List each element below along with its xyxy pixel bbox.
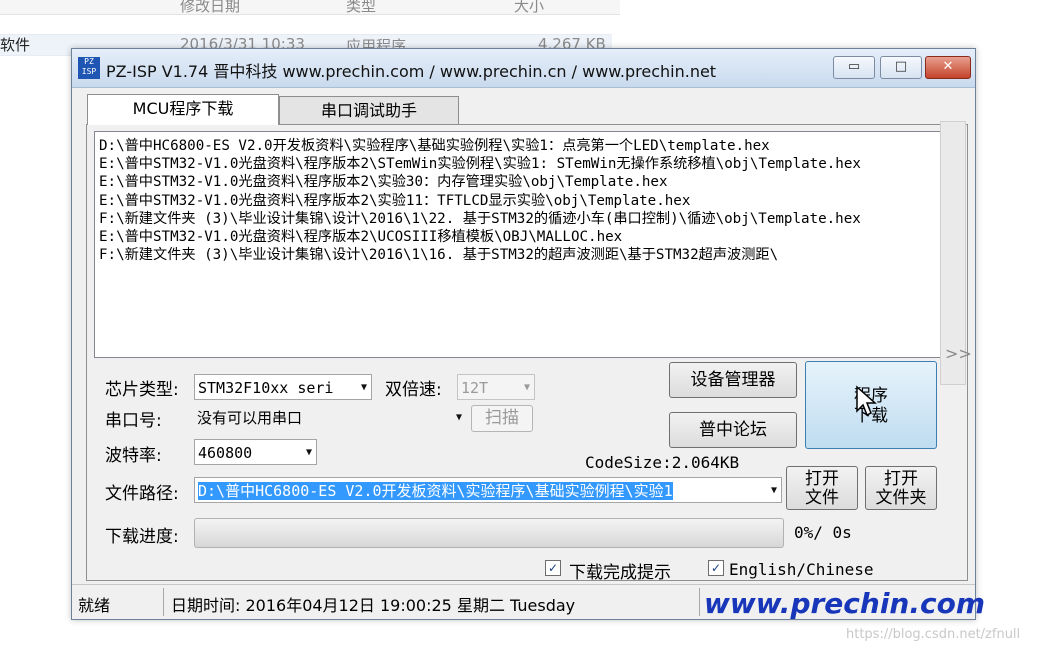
done-prompt-label: 下载完成提示 bbox=[569, 563, 671, 583]
open-file-line2: 文件 bbox=[805, 488, 839, 508]
port-value: 没有可以用串口 bbox=[197, 409, 303, 427]
column-type[interactable]: 类型 bbox=[346, 0, 376, 16]
device-manager-button[interactable]: 设备管理器 bbox=[669, 362, 797, 398]
baud-label: 波特率: bbox=[105, 446, 162, 466]
open-folder-line2: 文件夹 bbox=[875, 488, 927, 508]
explorer-left-item[interactable]: 软件 bbox=[0, 34, 30, 55]
file-path-value: D:\普中HC6800-ES V2.0开发板资料\实验程序\基础实验例程\实验1 bbox=[198, 482, 673, 500]
history-item[interactable]: F:\新建文件夹 (3)\毕业设计集锦\设计\2016\1\22. 基于STM3… bbox=[95, 210, 940, 228]
port-label: 串口号: bbox=[105, 411, 162, 431]
restore-button[interactable]: □ bbox=[880, 56, 922, 79]
open-folder-line1: 打开 bbox=[884, 469, 918, 489]
status-divider bbox=[163, 588, 164, 616]
title-bar[interactable]: PZ ISP PZ-ISP V1.74 晋中科技 www.prechin.com… bbox=[72, 49, 975, 88]
history-item[interactable]: E:\普中STM32-V1.0光盘资料\程序版本2\STemWin实验例程\实验… bbox=[95, 155, 940, 173]
window-title: PZ-ISP V1.74 晋中科技 www.prechin.com / www.… bbox=[106, 62, 717, 81]
file-history-list[interactable]: D:\普中HC6800-ES V2.0开发板资料\实验程序\基础实验例程\实验1… bbox=[94, 131, 941, 358]
history-item[interactable]: E:\普中STM32-V1.0光盘资料\程序版本2\UCOSIII移植模板\OB… bbox=[95, 228, 940, 246]
column-size[interactable]: 大小 bbox=[514, 0, 544, 16]
history-item[interactable]: E:\普中STM32-V1.0光盘资料\程序版本2\实验30：内存管理实验\ob… bbox=[95, 173, 940, 191]
close-button[interactable]: ✕ bbox=[925, 56, 971, 79]
download-progress-bar bbox=[194, 518, 784, 548]
file-path-label: 文件路径: bbox=[105, 484, 179, 504]
double-speed-select[interactable]: 12T ▼ bbox=[457, 374, 535, 400]
pz-isp-window: PZ ISP PZ-ISP V1.74 晋中科技 www.prechin.com… bbox=[71, 48, 985, 620]
status-bar: 就绪 日期时间: 2016年04月12日 19:00:25 星期二 Tuesda… bbox=[72, 584, 985, 620]
done-prompt-checkbox[interactable]: ✓ bbox=[545, 560, 561, 576]
progress-text: 0%/ 0s bbox=[794, 523, 852, 542]
open-folder-button[interactable]: 打开 文件夹 bbox=[865, 466, 937, 510]
watermark: https://blog.csdn.net/zfnull bbox=[846, 627, 1021, 642]
baud-select[interactable]: 460800 ▼ bbox=[194, 439, 317, 465]
history-item[interactable]: D:\普中HC6800-ES V2.0开发板资料\实验程序\基础实验例程\实验1… bbox=[95, 132, 940, 155]
column-modified-date[interactable]: 修改日期 bbox=[180, 0, 240, 16]
history-item[interactable]: F:\新建文件夹 (3)\毕业设计集锦\设计\2016\1\16. 基于STM3… bbox=[95, 246, 940, 264]
language-checkbox[interactable]: ✓ bbox=[708, 560, 724, 576]
minimize-button[interactable]: ▭ bbox=[833, 56, 875, 79]
chevron-down-icon: ▼ bbox=[523, 382, 530, 393]
status-divider bbox=[699, 588, 700, 616]
brand-link[interactable]: www.prechin.com bbox=[704, 587, 985, 620]
language-label: English/Chinese bbox=[729, 560, 874, 579]
file-path-select[interactable]: D:\普中HC6800-ES V2.0开发板资料\实验程序\基础实验例程\实验1… bbox=[194, 477, 782, 503]
double-speed-value: 12T bbox=[461, 379, 489, 397]
mouse-cursor-icon bbox=[856, 385, 877, 417]
baud-value: 460800 bbox=[198, 444, 253, 462]
status-state: 就绪 bbox=[78, 596, 111, 615]
history-item[interactable]: E:\普中STM32-V1.0光盘资料\程序版本2\实验11：TFTLCD显示实… bbox=[95, 192, 940, 210]
forum-button[interactable]: 普中论坛 bbox=[669, 412, 797, 448]
tab-serial-assistant[interactable]: 串口调试助手 bbox=[279, 96, 459, 125]
code-size: CodeSize:2.064KB bbox=[585, 453, 740, 472]
expand-chevron-icon[interactable]: >> bbox=[945, 344, 972, 363]
status-datetime: 日期时间: 2016年04月12日 19:00:25 星期二 Tuesday bbox=[171, 596, 576, 615]
chip-type-select[interactable]: STM32F10xx seri ▼ bbox=[194, 374, 372, 400]
chevron-down-icon: ▼ bbox=[360, 382, 367, 393]
chevron-down-icon: ▼ bbox=[455, 412, 462, 423]
app-icon: PZ ISP bbox=[78, 57, 100, 79]
progress-label: 下载进度: bbox=[105, 527, 179, 547]
open-file-line1: 打开 bbox=[805, 469, 839, 489]
double-speed-label: 双倍速: bbox=[385, 380, 442, 400]
port-select[interactable]: 没有可以用串口 ▼ bbox=[194, 405, 466, 431]
open-file-button[interactable]: 打开 文件 bbox=[786, 466, 858, 510]
scan-button[interactable]: 扫描 bbox=[471, 405, 533, 432]
chip-type-label: 芯片类型: bbox=[105, 380, 179, 400]
chevron-down-icon: ▼ bbox=[305, 447, 312, 458]
chevron-down-icon: ▼ bbox=[770, 485, 777, 496]
chip-type-value: STM32F10xx seri bbox=[198, 379, 334, 397]
tab-mcu-download[interactable]: MCU程序下载 bbox=[87, 94, 279, 125]
